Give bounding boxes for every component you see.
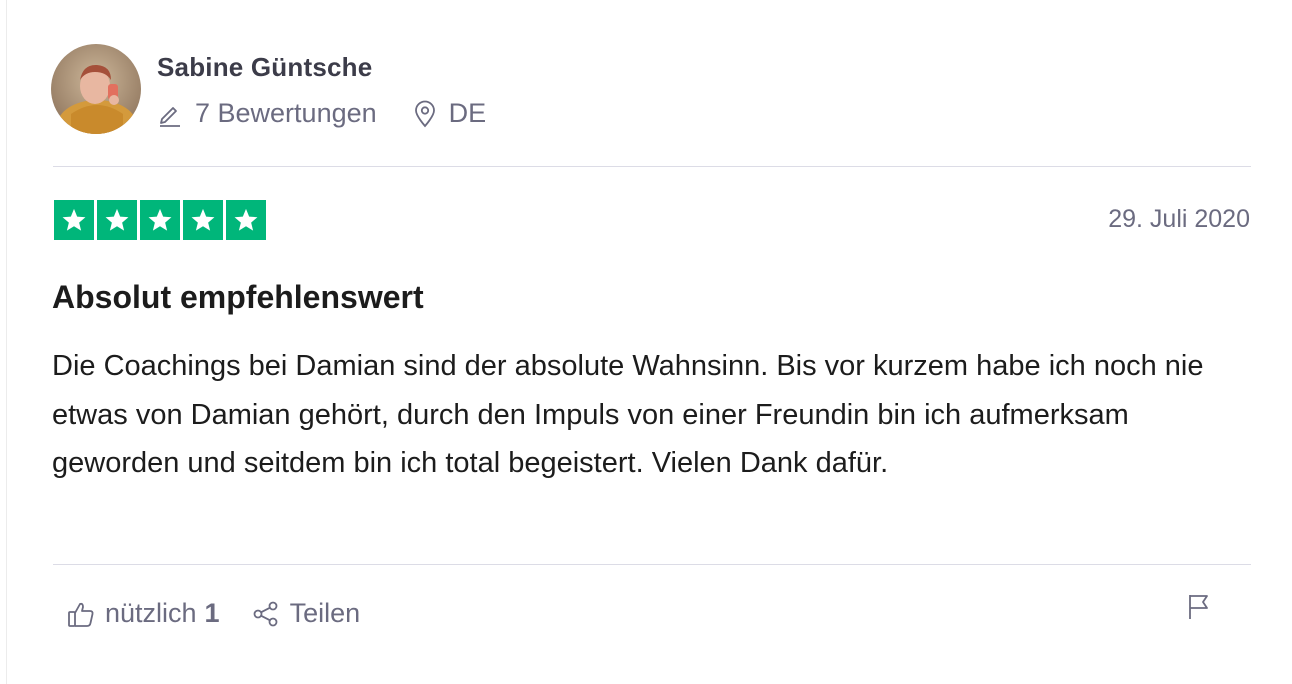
- share-icon: [252, 600, 280, 628]
- avatar[interactable]: [51, 44, 141, 134]
- share-label: Teilen: [289, 598, 361, 628]
- useful-label: nützlich: [105, 598, 197, 628]
- flag-icon: [1186, 595, 1212, 626]
- star-icon: [140, 200, 180, 240]
- avatar-image: [51, 44, 141, 134]
- thumbs-up-icon: [67, 600, 95, 628]
- divider: [53, 166, 1251, 167]
- useful-count: 1: [204, 598, 220, 628]
- consumer-name[interactable]: Sabine Güntsche: [157, 52, 372, 83]
- review-date: 29. Juli 2020: [1108, 205, 1250, 233]
- star-icon: [183, 200, 223, 240]
- review-text: Die Coachings bei Damian sind der absolu…: [52, 350, 1204, 479]
- star-icon: [54, 200, 94, 240]
- pencil-icon: [157, 101, 183, 127]
- country-label: DE: [448, 98, 487, 128]
- star-icon: [97, 200, 137, 240]
- divider: [53, 564, 1251, 565]
- review-title[interactable]: Absolut empfehlenswert: [52, 279, 424, 316]
- star-icon: [226, 200, 266, 240]
- useful-button[interactable]: nützlich 1: [67, 598, 220, 629]
- reviews-count: 7 Bewertungen: [157, 98, 377, 129]
- report-flag-button[interactable]: [1186, 592, 1212, 627]
- consumer-meta: 7 Bewertungen DE: [157, 98, 486, 129]
- location-pin-icon: [413, 100, 437, 128]
- reviews-count-label: 7 Bewertungen: [195, 98, 377, 128]
- share-button[interactable]: Teilen: [252, 598, 361, 629]
- review-actions: nützlich 1 Teilen: [67, 598, 360, 629]
- review-card: Sabine Güntsche 7 Bewertungen DE 29. Jul…: [6, 0, 1292, 684]
- consumer-location: DE: [413, 98, 487, 129]
- star-rating: [54, 200, 266, 240]
